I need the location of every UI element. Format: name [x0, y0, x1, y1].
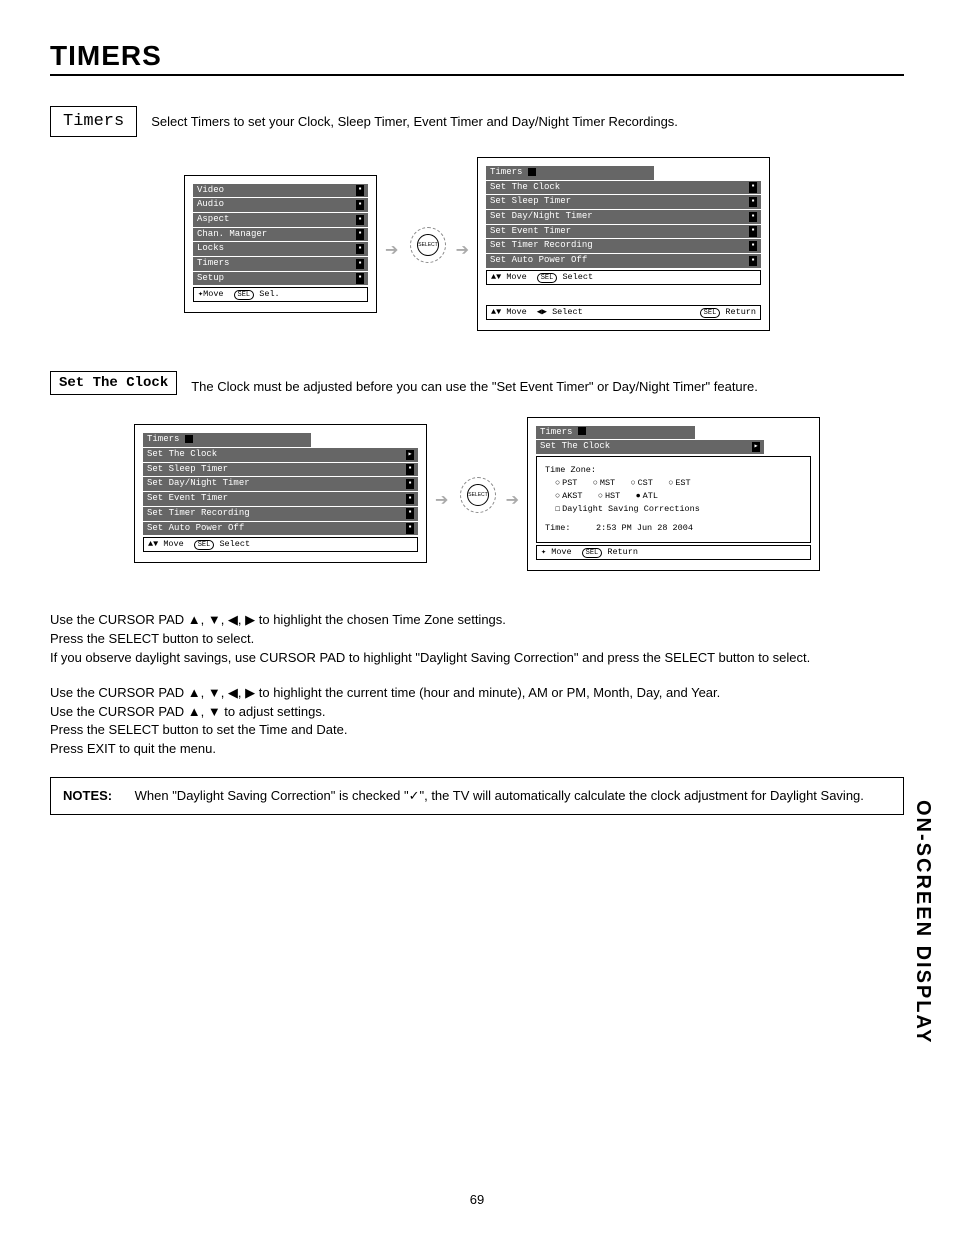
- timers-submenu-header-2: Timers: [143, 433, 311, 447]
- time-value: 2:53 PM Jun 28 2004: [596, 523, 693, 533]
- submenu-set-recording: Set Timer Recording▪: [486, 239, 761, 253]
- menu-item-audio: Audio▪: [193, 198, 368, 212]
- radio-est: EST: [668, 478, 690, 488]
- radio-hst: HST: [598, 491, 620, 501]
- arrow-left-icon-2: ➔: [435, 490, 448, 510]
- page-number: 69: [0, 1192, 954, 1207]
- instr-1a: Use the CURSOR PAD ▲, ▼, ◀, ▶ to highlig…: [50, 611, 904, 630]
- main-menu-hint: ✦Move SEL Sel.: [193, 287, 368, 302]
- menu-item-timers: Timers▪: [193, 257, 368, 271]
- time-label: Time:: [545, 523, 571, 533]
- instr-2b: Use the CURSOR PAD ▲, ▼ to adjust settin…: [50, 703, 904, 722]
- main-menu-figure: Video▪ Audio▪ Aspect▪ Chan. Manager▪ Loc…: [184, 175, 377, 314]
- arrow-right-icon-2: ➔: [506, 490, 519, 510]
- menu-item-setup: Setup▪: [193, 272, 368, 286]
- notes-text: When "Daylight Saving Correction" is che…: [135, 786, 883, 806]
- notes-label: NOTES:: [63, 786, 131, 806]
- instr-1b: Press the SELECT button to select.: [50, 630, 904, 649]
- set-clock-panel-figure: Timers Set The Clock▸ Time Zone: PST MST…: [527, 417, 820, 572]
- remote-select-icon: ➔ SELECT ➔: [387, 222, 467, 266]
- side-tab: ON-SCREEN DISPLAY: [911, 800, 934, 1044]
- notes-box: NOTES: When "Daylight Saving Correction"…: [50, 777, 904, 815]
- submenu-set-clock: Set The Clock▪: [486, 181, 761, 195]
- time-zone-label: Time Zone:: [545, 465, 802, 476]
- submenu2-set-daynight: Set Day/Night Timer▪: [143, 477, 418, 491]
- checkbox-dst: Daylight Saving Corrections: [555, 504, 700, 514]
- timers-submenu-figure: Timers Set The Clock▪ Set Sleep Timer▪ S…: [477, 157, 770, 331]
- figure-row-2: Timers Set The Clock▸ Set Sleep Timer▪ S…: [50, 417, 904, 572]
- select-button-icon-2: SELECT: [467, 484, 489, 506]
- remote-select-icon-2: ➔ SELECT ➔: [437, 472, 517, 516]
- page-title: TIMERS: [50, 40, 904, 76]
- submenu2-set-autopower: Set Auto Power Off▪: [143, 522, 418, 536]
- submenu-set-daynight: Set Day/Night Timer▪: [486, 210, 761, 224]
- submenu2-set-event: Set Event Timer▪: [143, 492, 418, 506]
- instr-2d: Press EXIT to quit the menu.: [50, 740, 904, 759]
- set-clock-panel-sub: Set The Clock▸: [536, 440, 764, 454]
- radio-pst: PST: [555, 478, 577, 488]
- select-button-icon: SELECT: [417, 234, 439, 256]
- submenu2-set-recording: Set Timer Recording▪: [143, 507, 418, 521]
- timers-submenu-figure-2: Timers Set The Clock▸ Set Sleep Timer▪ S…: [134, 424, 427, 563]
- arrow-left-icon: ➔: [385, 240, 398, 260]
- menu-item-locks: Locks▪: [193, 242, 368, 256]
- menu-item-chan-manager: Chan. Manager▪: [193, 228, 368, 242]
- set-clock-section-row: Set The Clock The Clock must be adjusted…: [50, 371, 904, 397]
- set-clock-section-desc: The Clock must be adjusted before you ca…: [191, 371, 758, 397]
- timers-submenu-hint-1: ▲▼ Move SEL Select: [486, 270, 761, 285]
- arrow-right-icon: ➔: [456, 240, 469, 260]
- radio-mst: MST: [593, 478, 615, 488]
- set-clock-section-label: Set The Clock: [50, 371, 177, 395]
- timers-section-row: Timers Select Timers to set your Clock, …: [50, 106, 904, 137]
- timers-section-label: Timers: [50, 106, 137, 137]
- submenu2-set-clock: Set The Clock▸: [143, 448, 418, 462]
- set-clock-panel-header: Timers: [536, 426, 695, 440]
- timers-submenu-hint-2: ▲▼ Move ◀▶ Select SEL Return: [486, 305, 761, 320]
- instr-2c: Press the SELECT button to set the Time …: [50, 721, 904, 740]
- figure-row-1: Video▪ Audio▪ Aspect▪ Chan. Manager▪ Loc…: [50, 157, 904, 331]
- submenu-set-event: Set Event Timer▪: [486, 225, 761, 239]
- instructions-block-1: Use the CURSOR PAD ▲, ▼, ◀, ▶ to highlig…: [50, 611, 904, 668]
- timers-submenu-hint-3: ▲▼ Move SEL Select: [143, 537, 418, 552]
- instructions-block-2: Use the CURSOR PAD ▲, ▼, ◀, ▶ to highlig…: [50, 684, 904, 759]
- menu-item-aspect: Aspect▪: [193, 213, 368, 227]
- set-clock-hint: ✦ Move SEL Return: [536, 545, 811, 560]
- radio-atl: ATL: [636, 491, 658, 501]
- instr-2a: Use the CURSOR PAD ▲, ▼, ◀, ▶ to highlig…: [50, 684, 904, 703]
- radio-akst: AKST: [555, 491, 583, 501]
- submenu-set-sleep: Set Sleep Timer▪: [486, 195, 761, 209]
- radio-cst: CST: [630, 478, 652, 488]
- time-zone-panel: Time Zone: PST MST CST EST AKST HST ATL …: [536, 456, 811, 543]
- instr-1c: If you observe daylight savings, use CUR…: [50, 649, 904, 668]
- timers-submenu-header: Timers: [486, 166, 654, 180]
- submenu2-set-sleep: Set Sleep Timer▪: [143, 463, 418, 477]
- submenu-set-autopower: Set Auto Power Off▪: [486, 254, 761, 268]
- menu-item-video: Video▪: [193, 184, 368, 198]
- timers-section-desc: Select Timers to set your Clock, Sleep T…: [151, 106, 678, 132]
